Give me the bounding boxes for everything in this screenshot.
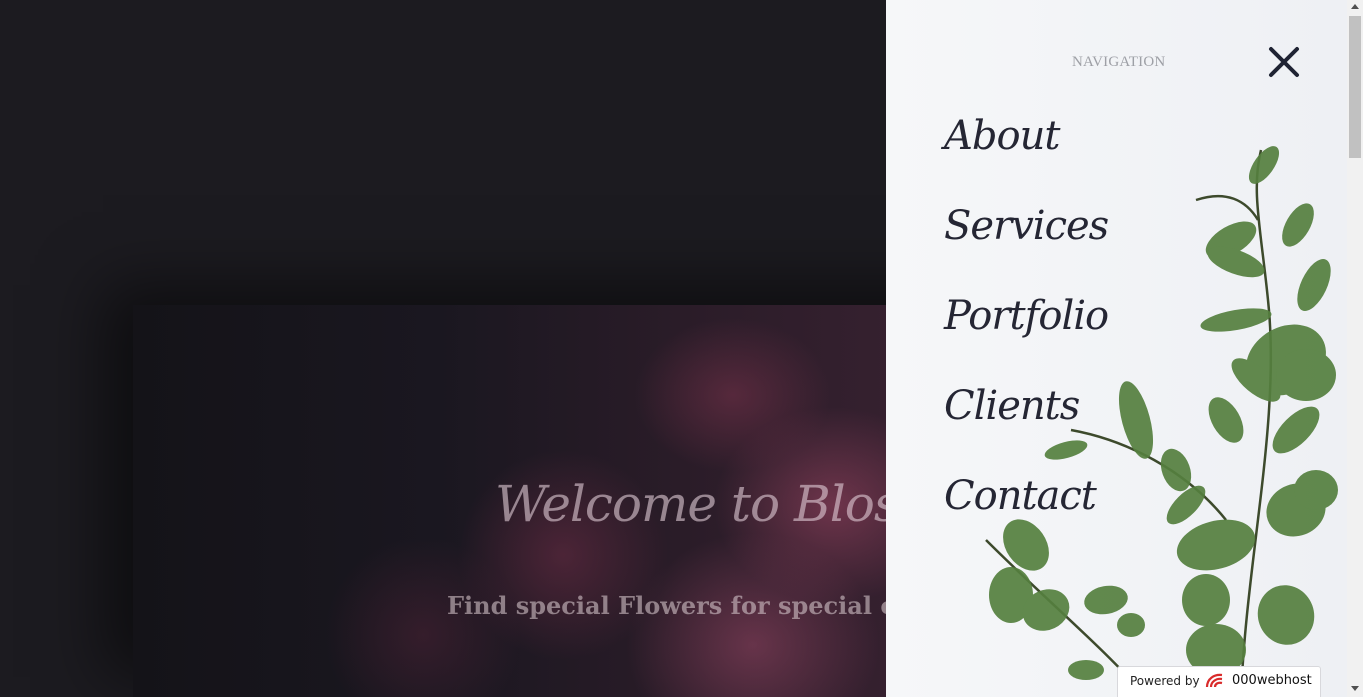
- navigation-heading: NAVIGATION: [1072, 54, 1166, 70]
- close-icon: [1269, 47, 1299, 77]
- badge-powered-label: Powered by: [1130, 674, 1200, 688]
- vertical-scrollbar[interactable]: [1347, 0, 1363, 697]
- scroll-thumb[interactable]: [1349, 16, 1361, 158]
- nav-item-portfolio[interactable]: Portfolio: [944, 280, 1109, 370]
- navigation-menu: About Services Portfolio Clients Contact: [944, 100, 1109, 550]
- close-button[interactable]: [1266, 44, 1302, 80]
- hosting-badge[interactable]: Powered by 000webhost: [1117, 666, 1321, 697]
- webhost-logo-icon: [1205, 673, 1223, 688]
- nav-item-services[interactable]: Services: [944, 190, 1109, 280]
- badge-brand: 000webhost: [1232, 673, 1312, 688]
- scroll-down-arrow-icon[interactable]: [1351, 686, 1359, 691]
- navigation-overlay: NAVIGATION About Services Portfolio Clie…: [886, 0, 1347, 697]
- nav-item-contact[interactable]: Contact: [944, 460, 1108, 550]
- nav-item-about[interactable]: About: [944, 100, 1108, 190]
- nav-item-clients[interactable]: Clients: [944, 370, 1108, 460]
- scroll-up-arrow-icon[interactable]: [1351, 4, 1359, 9]
